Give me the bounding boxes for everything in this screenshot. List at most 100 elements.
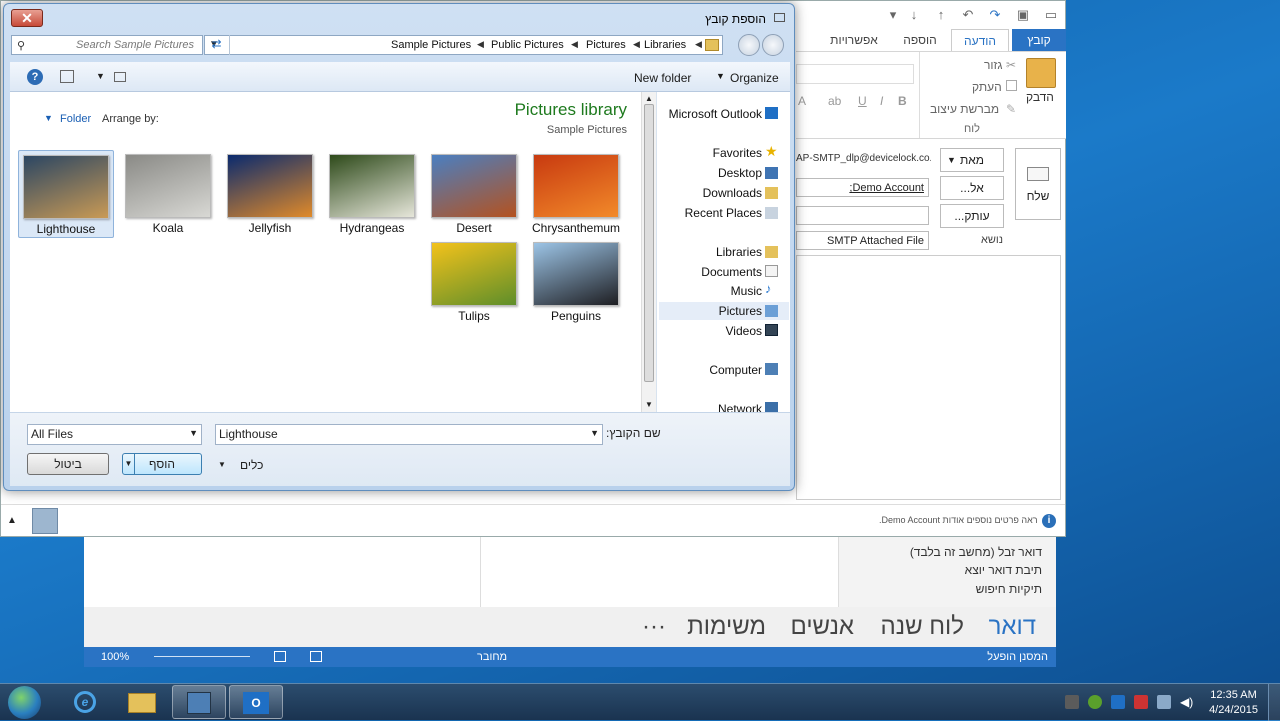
highlight-icon[interactable]: ab <box>828 94 841 108</box>
cut-button[interactable]: גזור <box>984 58 1002 72</box>
thumbnail-penguins[interactable]: Penguins <box>528 238 624 326</box>
thumbnail-hydrangeas[interactable]: Hydrangeas <box>324 150 420 238</box>
from-button[interactable]: מאת ▼ <box>940 148 1004 172</box>
volume-icon[interactable]: ◀) <box>1180 695 1194 709</box>
expand-icon[interactable]: ▲ <box>7 515 17 526</box>
customize-icon[interactable]: ▾ <box>885 7 901 23</box>
breadcrumb-sample-pictures[interactable]: Sample Pictures <box>391 39 471 51</box>
tab-message[interactable]: הודעה <box>951 29 1009 51</box>
reading-view-icon[interactable] <box>274 651 286 662</box>
breadcrumb-sep[interactable]: ◀ <box>571 39 578 50</box>
taskbar-outlook[interactable]: O <box>229 685 283 719</box>
filetype-select[interactable]: All Files ▼ <box>27 424 202 445</box>
cancel-button[interactable]: ביטול <box>27 453 109 475</box>
italic-icon[interactable]: I <box>880 94 883 108</box>
clock[interactable]: 12:35 AM 4/24/2015 <box>1209 688 1258 718</box>
people-info-text[interactable]: ראה פרטים נוספים אודות Demo Account. <box>879 515 1038 525</box>
back-button[interactable] <box>738 34 760 56</box>
avatar[interactable] <box>32 508 58 534</box>
taskbar-explorer[interactable] <box>115 685 169 719</box>
cc-button[interactable]: עותק... <box>940 204 1004 228</box>
breadcrumb-sep[interactable]: ◀ <box>695 39 702 50</box>
up-arrow-icon[interactable]: ↑ <box>933 7 949 23</box>
scroll-up-icon[interactable]: ▲ <box>645 94 653 103</box>
network-tray-icon[interactable] <box>1157 695 1171 709</box>
nav-documents[interactable]: Documents <box>701 265 762 279</box>
filename-input[interactable]: Lighthouse ▼ <box>215 424 603 445</box>
breadcrumb-sep[interactable]: ◀ <box>477 39 484 50</box>
organize-button[interactable]: Organize <box>730 71 779 85</box>
refresh-icon[interactable]: ⇄ <box>204 35 230 55</box>
thumbnail-koala[interactable]: Koala <box>120 150 216 238</box>
scrollbar[interactable]: ▲ ▼ <box>641 92 656 412</box>
nav-libraries[interactable]: Libraries <box>716 245 762 259</box>
to-button[interactable]: אל... <box>940 176 1004 200</box>
subject-field[interactable]: SMTP Attached File <box>796 231 929 250</box>
scroll-down-icon[interactable]: ▼ <box>645 400 653 409</box>
thumbnail-jellyfish[interactable]: Jellyfish <box>222 150 318 238</box>
show-desktop-button[interactable] <box>1268 684 1280 721</box>
thumbnail-chrysanthemum[interactable]: Chrysanthemum <box>528 150 624 238</box>
nav-calendar[interactable]: לוח שנה <box>881 613 964 641</box>
breadcrumb-sep[interactable]: ◀ <box>633 39 640 50</box>
tab-insert[interactable]: הוספה <box>894 29 946 51</box>
outlook-tray-icon[interactable] <box>1111 695 1125 709</box>
tools-dropdown-icon[interactable]: ▼ <box>218 460 226 469</box>
nav-recent-places[interactable]: Recent Places <box>685 206 762 220</box>
preview-pane-icon[interactable] <box>60 70 74 83</box>
font-size-combo[interactable] <box>796 64 914 84</box>
view-dropdown-icon[interactable]: ▼ <box>96 71 105 81</box>
format-painter-button[interactable]: מברשת עיצוב <box>930 102 999 116</box>
insert-dropdown-icon[interactable]: ▼ <box>123 454 135 474</box>
folder-junk[interactable]: דואר זבל (מחשב זה בלבד) <box>910 545 1042 559</box>
vm-tray-icon[interactable] <box>1065 695 1079 709</box>
thumbnail-tulips[interactable]: Tulips <box>426 238 522 326</box>
zoom-slider[interactable] <box>154 656 250 657</box>
nav-favorites[interactable]: Favorites <box>713 146 762 160</box>
arrange-value[interactable]: Folder <box>60 113 91 125</box>
thumbnail-desert[interactable]: Desert <box>426 150 522 238</box>
save-icon[interactable]: ▣ <box>1015 7 1031 23</box>
scroll-thumb[interactable] <box>644 104 654 382</box>
send-button[interactable]: שלח <box>1015 148 1061 220</box>
restore-icon[interactable]: ▭ <box>1043 7 1059 23</box>
folder-search[interactable]: תיקיות חיפוש <box>976 582 1042 596</box>
organize-dropdown-icon[interactable]: ▼ <box>716 71 725 81</box>
nav-downloads[interactable]: Downloads <box>703 186 762 200</box>
taskbar-internet-explorer[interactable]: e <box>58 685 112 719</box>
tab-file[interactable]: קובץ <box>1012 29 1066 51</box>
down-arrow-icon[interactable]: ↓ <box>906 7 922 23</box>
paste-icon[interactable] <box>1026 58 1056 88</box>
undo-icon[interactable]: ↶ <box>960 7 976 23</box>
close-button[interactable]: ✕ <box>11 9 43 27</box>
flag-tray-icon[interactable] <box>1134 695 1148 709</box>
tab-options[interactable]: אפשרויות <box>821 29 887 51</box>
nav-mail[interactable]: דואר <box>989 613 1036 641</box>
nav-tasks[interactable]: משימות <box>687 613 766 641</box>
forward-button[interactable] <box>762 34 784 56</box>
nav-microsoft-outlook[interactable]: Microsoft Outlook <box>669 107 762 121</box>
breadcrumb-pictures[interactable]: Pictures <box>586 39 626 51</box>
bold-icon[interactable]: B <box>898 94 907 108</box>
underline-icon[interactable]: U <box>858 94 867 108</box>
nav-music[interactable]: Music <box>731 284 762 298</box>
taskbar-network-app[interactable] <box>172 685 226 719</box>
nav-pictures[interactable]: Pictures <box>719 304 762 318</box>
chevron-down-icon[interactable]: ▼ <box>590 428 599 438</box>
to-field[interactable]: Demo Account; <box>796 178 929 197</box>
view-icon[interactable] <box>114 72 126 82</box>
start-button[interactable] <box>8 686 41 719</box>
nav-people[interactable]: אנשים <box>791 613 854 641</box>
security-tray-icon[interactable] <box>1088 695 1102 709</box>
nav-computer[interactable]: Computer <box>709 363 762 377</box>
thumbnail-lighthouse[interactable]: Lighthouse <box>18 150 114 238</box>
font-color-icon[interactable]: A <box>798 94 806 108</box>
new-folder-button[interactable]: New folder <box>634 71 691 85</box>
breadcrumb-libraries[interactable]: Libraries <box>644 39 686 51</box>
chevron-down-icon[interactable]: ▼ <box>189 428 198 438</box>
nav-more[interactable]: ··· <box>642 613 666 641</box>
normal-view-icon[interactable] <box>310 651 322 662</box>
cc-field[interactable] <box>796 206 929 225</box>
paste-label[interactable]: הדבק <box>1026 90 1054 104</box>
address-bar[interactable]: ▼ ◀ Libraries ◀ Pictures ◀ Public Pictur… <box>204 35 723 55</box>
